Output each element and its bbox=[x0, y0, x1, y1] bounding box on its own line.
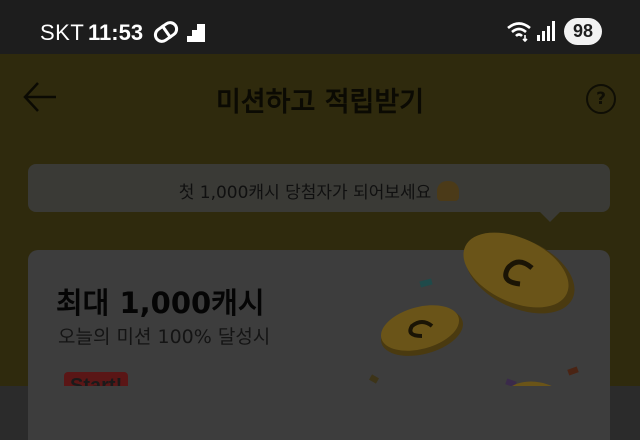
reward-title: 최대 1,000캐시 bbox=[56, 286, 265, 320]
stairs-icon bbox=[187, 24, 205, 42]
signal-icon bbox=[537, 21, 555, 41]
flexed-arm-icon bbox=[437, 181, 460, 201]
help-icon[interactable]: ? bbox=[586, 84, 616, 114]
wifi-icon bbox=[507, 22, 531, 42]
page-title: 미션하고 적립받기 bbox=[215, 87, 425, 118]
banner-pointer bbox=[540, 212, 560, 222]
status-bar: SKT 11:53 98 bbox=[0, 0, 640, 54]
tip-banner: 첫 1,000캐시 당첨자가 되어보세요 bbox=[28, 164, 610, 212]
carrier-label: SKT bbox=[40, 20, 85, 45]
tip-banner-text: 첫 1,000캐시 당첨자가 되어보세요 bbox=[178, 183, 432, 203]
tip-banner-row: 첫 1,000캐시 당첨자가 되어보세요 bbox=[28, 178, 610, 203]
pill-icon bbox=[150, 17, 182, 47]
card-lower-panel bbox=[28, 386, 610, 440]
status-time: 11:53 bbox=[88, 20, 144, 45]
mission-page: 미션하고 적립받기 ? 첫 1,000캐시 당첨자가 되어보세요 최대 1,00… bbox=[0, 54, 640, 440]
battery-indicator: 98 bbox=[564, 18, 602, 45]
card-lower-area bbox=[0, 386, 640, 440]
reward-subtitle: 오늘의 미션 100% 달성시 bbox=[58, 326, 271, 348]
